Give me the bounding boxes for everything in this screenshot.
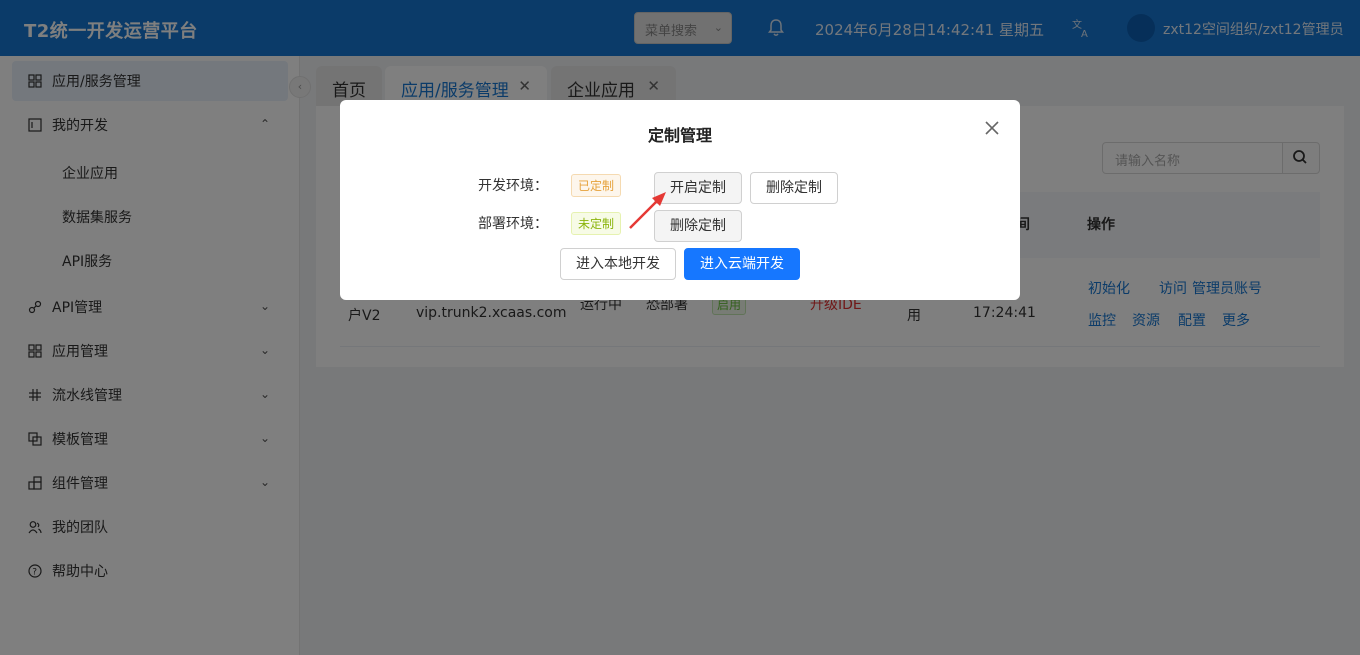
dev-env-label: 开发环境： [478,178,548,194]
cloud-dev-button[interactable]: 进入云端开发 [684,248,800,280]
deploy-env-status-badge: 未定制 [571,212,622,235]
annotation-arrow-icon [629,192,666,229]
customization-dialog: 定制管理 开发环境： 已定制 开启定制 删除定制 部署环境： 未定制 删除定制 … [340,100,1020,300]
local-dev-button[interactable]: 进入本地开发 [560,248,676,280]
deploy-env-label: 部署环境： [478,216,548,232]
dev-env-status-badge: 已定制 [571,174,622,197]
close-icon[interactable] [982,118,1002,138]
delete-custom-dev-button[interactable]: 删除定制 [750,172,838,204]
modal-overlay[interactable] [0,0,1360,655]
dialog-title: 定制管理 [647,126,712,145]
